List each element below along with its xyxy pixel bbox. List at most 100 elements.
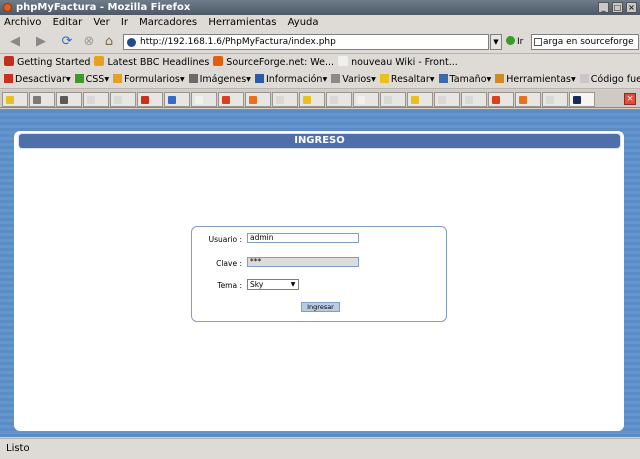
home-icon[interactable]: ⌂ [100,34,118,50]
go-icon [506,36,515,45]
browser-tab[interactable] [488,92,514,107]
tab-favicon-icon [492,96,500,104]
minimize-button[interactable]: _ [598,2,609,13]
firefox-icon [3,3,12,12]
ingresar-button[interactable]: Ingresar [301,302,340,312]
window-titlebar: phpMyFactura - Mozilla Firefox _ □ × [0,0,640,15]
tab-favicon-icon [6,96,14,104]
browser-tab[interactable] [461,92,487,107]
go-button[interactable]: Ir [506,34,523,50]
menu-herramientas[interactable]: Herramientas [204,15,280,30]
page-viewport: INGRESO Usuario : admin Clave : *** Tema… [0,109,640,437]
tab-favicon-icon [330,96,338,104]
browser-tab[interactable] [191,92,217,107]
browser-tab[interactable] [353,92,379,107]
bookmark-icon [94,56,105,66]
bookmark-icon [4,56,14,66]
devbar-label: Varios▾ [342,74,376,85]
browser-tab[interactable] [515,92,541,107]
bookmark-item[interactable]: SourceForge.net: We... [213,54,334,71]
devbar-label: Imágenes▾ [199,74,251,85]
menu-ayuda[interactable]: Ayuda [284,15,323,30]
devbar-item[interactable]: Herramientas▾ [495,71,576,88]
browser-tab[interactable] [83,92,109,107]
devbar-item[interactable]: Desactivar▾ [4,71,71,88]
browser-tab[interactable] [407,92,433,107]
window-title: phpMyFactura - Mozilla Firefox [16,2,191,13]
menu-archivo[interactable]: Archivo [0,15,45,30]
page-title: INGRESO [18,133,621,149]
browser-tab[interactable] [542,92,568,107]
tema-label: Tema : [217,281,242,290]
close-tab-icon[interactable]: × [624,93,636,105]
bookmark-label: nouveau Wiki - Front... [351,57,458,68]
browser-tab[interactable] [218,92,244,107]
forward-icon[interactable]: ▶ [32,34,50,50]
browser-tab[interactable] [56,92,82,107]
tab-favicon-icon [357,96,365,104]
devbar-item[interactable]: Formularios▾ [113,71,185,88]
usuario-input[interactable]: admin [247,233,359,243]
tab-favicon-icon [249,96,257,104]
browser-tab[interactable] [326,92,352,107]
devbar-label: Resaltar▾ [390,74,435,85]
menu-marcadores[interactable]: Marcadores [135,15,201,30]
close-window-button[interactable]: × [626,2,637,13]
search-input[interactable]: arga en sourceforge [531,34,639,50]
devbar-label: Tamaño▾ [449,74,492,85]
bookmark-item[interactable]: Latest BBC Headlines [94,54,209,71]
browser-tab[interactable] [29,92,55,107]
tab-favicon-icon [60,96,68,104]
devbar-item[interactable]: CSS▾ [74,71,110,88]
bookmark-label: Latest BBC Headlines [107,57,210,68]
tab-favicon-icon [168,96,176,104]
devbar-icon [379,74,389,83]
tab-favicon-icon [438,96,446,104]
devbar-icon [579,74,589,83]
browser-tab[interactable] [137,92,163,107]
browser-tab[interactable] [434,92,460,107]
tema-select[interactable]: Sky ▼ [247,279,299,290]
stop-icon[interactable]: ⊗ [80,34,98,50]
devbar-item[interactable]: Varios▾ [331,71,376,88]
menu-bar: Archivo Editar Ver Ir Marcadores Herrami… [0,15,640,30]
go-label: Ir [517,37,524,47]
browser-tab[interactable] [245,92,271,107]
browser-tab[interactable] [2,92,28,107]
devbar-item[interactable]: Información▾ [254,71,327,88]
browser-tab[interactable] [569,92,595,107]
browser-tab[interactable] [272,92,298,107]
maximize-button[interactable]: □ [612,2,623,13]
browser-tab[interactable] [164,92,190,107]
browser-tab[interactable] [299,92,325,107]
devbar-icon [438,74,448,83]
browser-tab[interactable] [110,92,136,107]
tab-favicon-icon [546,96,554,104]
browser-tab[interactable] [380,92,406,107]
devbar-item[interactable]: Resaltar▾ [379,71,435,88]
bookmark-item[interactable]: nouveau Wiki - Front... [338,54,458,71]
bookmark-item[interactable]: Getting Started [4,54,90,71]
menu-ver[interactable]: Ver [89,15,113,30]
menu-ir[interactable]: Ir [117,15,132,30]
devbar-item[interactable]: Imágenes▾ [188,71,251,88]
devbar-icon [331,74,341,83]
back-icon[interactable]: ◀ [6,34,24,50]
url-input[interactable]: http://192.168.1.6/PhpMyFactura/index.ph… [123,34,489,50]
tab-favicon-icon [276,96,284,104]
tab-favicon-icon [465,96,473,104]
tab-favicon-icon [114,96,122,104]
reload-icon[interactable]: ⟳ [58,34,76,50]
devbar-label: CSS▾ [85,74,110,85]
tab-favicon-icon [33,96,41,104]
menu-editar[interactable]: Editar [49,15,87,30]
devbar-item[interactable]: Código fuente [579,71,640,88]
devbar-item[interactable]: Tamaño▾ [438,71,492,88]
tab-favicon-icon [141,96,149,104]
devbar-icon [188,74,198,83]
devbar-label: Herramientas▾ [506,74,576,85]
tab-favicon-icon [222,96,230,104]
status-bar: Listo [0,438,640,459]
clave-input[interactable]: *** [247,257,359,267]
url-dropdown-icon[interactable]: ▼ [490,34,502,50]
